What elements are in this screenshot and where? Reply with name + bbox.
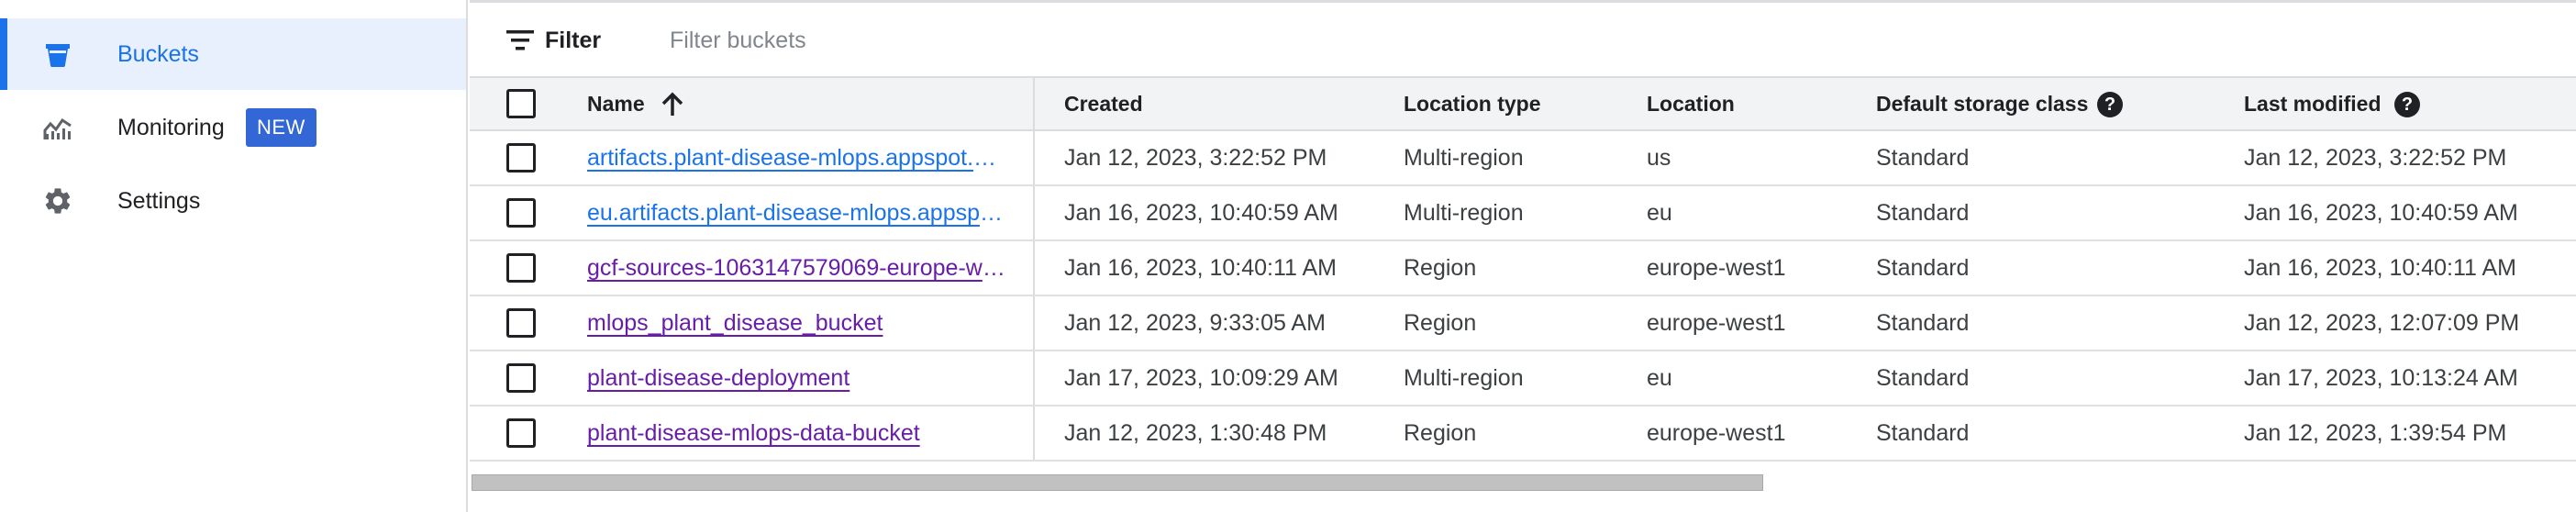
storage-class-cell: Standard (1876, 200, 1970, 226)
bucket-icon (42, 39, 73, 70)
location-type-cell: Region (1404, 420, 1477, 446)
filter-bar: Filter (470, 3, 2576, 76)
column-header-location-type[interactable]: Location type (1404, 78, 1541, 129)
location-cell: europe-west1 (1647, 310, 1786, 336)
storage-class-cell: Standard (1876, 310, 1970, 336)
bucket-name-link[interactable]: gcf-sources-1063147579069-europe-west1 (587, 241, 1007, 295)
gear-icon (42, 185, 73, 217)
last-modified-cell: Jan 12, 2023, 3:22:52 PM (2244, 145, 2507, 171)
help-icon[interactable]: ? (2097, 92, 2123, 117)
last-modified-cell: Jan 17, 2023, 10:13:24 AM (2244, 365, 2518, 391)
filter-input[interactable] (670, 21, 1312, 60)
created-cell: Jan 17, 2023, 10:09:29 AM (1064, 365, 1338, 391)
table-header: Name Created Location type Location Defa… (470, 76, 2576, 131)
location-cell: europe-west1 (1647, 420, 1786, 446)
sidebar-item-label: Settings (117, 187, 201, 214)
table-row[interactable]: mlops_plant_disease_bucket Jan 12, 2023,… (470, 296, 2576, 351)
row-checkbox[interactable] (506, 143, 536, 173)
table-row[interactable]: artifacts.plant-disease-mlops.appspot.co… (470, 131, 2576, 186)
location-cell: eu (1647, 200, 1672, 226)
last-modified-cell: Jan 16, 2023, 10:40:59 AM (2244, 200, 2518, 226)
sidebar-item-buckets[interactable]: Buckets (0, 18, 466, 90)
horizontal-scrollbar-thumb[interactable] (472, 474, 1763, 491)
new-badge: NEW (246, 108, 316, 147)
location-type-cell: Region (1404, 310, 1477, 336)
sidebar-item-label: Buckets (117, 40, 199, 67)
bucket-list-panel: Filter Name Created Location type Locati… (470, 0, 2576, 512)
location-type-cell: Multi-region (1404, 200, 1524, 226)
filter-icon[interactable] (506, 28, 534, 52)
table-row[interactable]: plant-disease-mlops-data-bucket Jan 12, … (470, 406, 2576, 462)
bucket-name-link[interactable]: plant-disease-deployment (587, 351, 1007, 405)
sidebar-item-monitoring[interactable]: Monitoring NEW (0, 92, 466, 163)
row-checkbox[interactable] (506, 418, 536, 448)
column-header-name[interactable]: Name (587, 78, 645, 129)
location-cell: europe-west1 (1647, 255, 1786, 281)
storage-class-cell: Standard (1876, 365, 1970, 391)
bucket-name-link[interactable]: mlops_plant_disease_bucket (587, 296, 1007, 350)
row-checkbox[interactable] (506, 308, 536, 338)
column-header-location[interactable]: Location (1647, 78, 1735, 129)
last-modified-cell: Jan 16, 2023, 10:40:11 AM (2244, 255, 2516, 281)
row-checkbox[interactable] (506, 198, 536, 228)
sidebar: Buckets Monitoring NEW Settings (0, 0, 468, 512)
row-checkbox[interactable] (506, 253, 536, 283)
help-icon[interactable]: ? (2394, 92, 2420, 117)
column-header-last-modified[interactable]: Last modified (2244, 78, 2382, 129)
monitoring-chart-icon (42, 112, 73, 143)
table-row[interactable]: eu.artifacts.plant-disease-mlops.appspot… (470, 186, 2576, 241)
bucket-name-link[interactable]: plant-disease-mlops-data-bucket (587, 406, 1007, 460)
created-cell: Jan 12, 2023, 3:22:52 PM (1064, 145, 1327, 171)
location-type-cell: Multi-region (1404, 145, 1524, 171)
bucket-name-link[interactable]: eu.artifacts.plant-disease-mlops.appspot… (587, 186, 1007, 239)
last-modified-cell: Jan 12, 2023, 12:07:09 PM (2244, 310, 2520, 336)
storage-class-cell: Standard (1876, 145, 1970, 171)
storage-class-cell: Standard (1876, 420, 1970, 446)
location-type-cell: Region (1404, 255, 1477, 281)
last-modified-cell: Jan 12, 2023, 1:39:54 PM (2244, 420, 2507, 446)
select-all-checkbox[interactable] (506, 89, 536, 118)
created-cell: Jan 12, 2023, 1:30:48 PM (1064, 420, 1327, 446)
location-cell: eu (1647, 365, 1672, 391)
bucket-name-link[interactable]: artifacts.plant-disease-mlops.appspot.co… (587, 131, 1007, 184)
created-cell: Jan 16, 2023, 10:40:11 AM (1064, 255, 1337, 281)
sidebar-item-settings[interactable]: Settings (0, 165, 466, 237)
location-type-cell: Multi-region (1404, 365, 1524, 391)
sidebar-item-label: Monitoring (117, 114, 225, 140)
storage-class-cell: Standard (1876, 255, 1970, 281)
created-cell: Jan 16, 2023, 10:40:59 AM (1064, 200, 1338, 226)
row-checkbox[interactable] (506, 363, 536, 393)
column-header-created[interactable]: Created (1064, 78, 1143, 129)
cloud-storage-app: Buckets Monitoring NEW Settings Filter F… (0, 0, 2576, 512)
created-cell: Jan 12, 2023, 9:33:05 AM (1064, 310, 1326, 336)
table-row[interactable]: gcf-sources-1063147579069-europe-west1 J… (470, 241, 2576, 296)
arrow-up-icon[interactable] (659, 91, 686, 118)
location-cell: us (1647, 145, 1671, 171)
table-row[interactable]: plant-disease-deployment Jan 17, 2023, 1… (470, 351, 2576, 406)
filter-label: Filter (545, 28, 602, 53)
column-header-storage-class[interactable]: Default storage class (1876, 78, 2088, 129)
